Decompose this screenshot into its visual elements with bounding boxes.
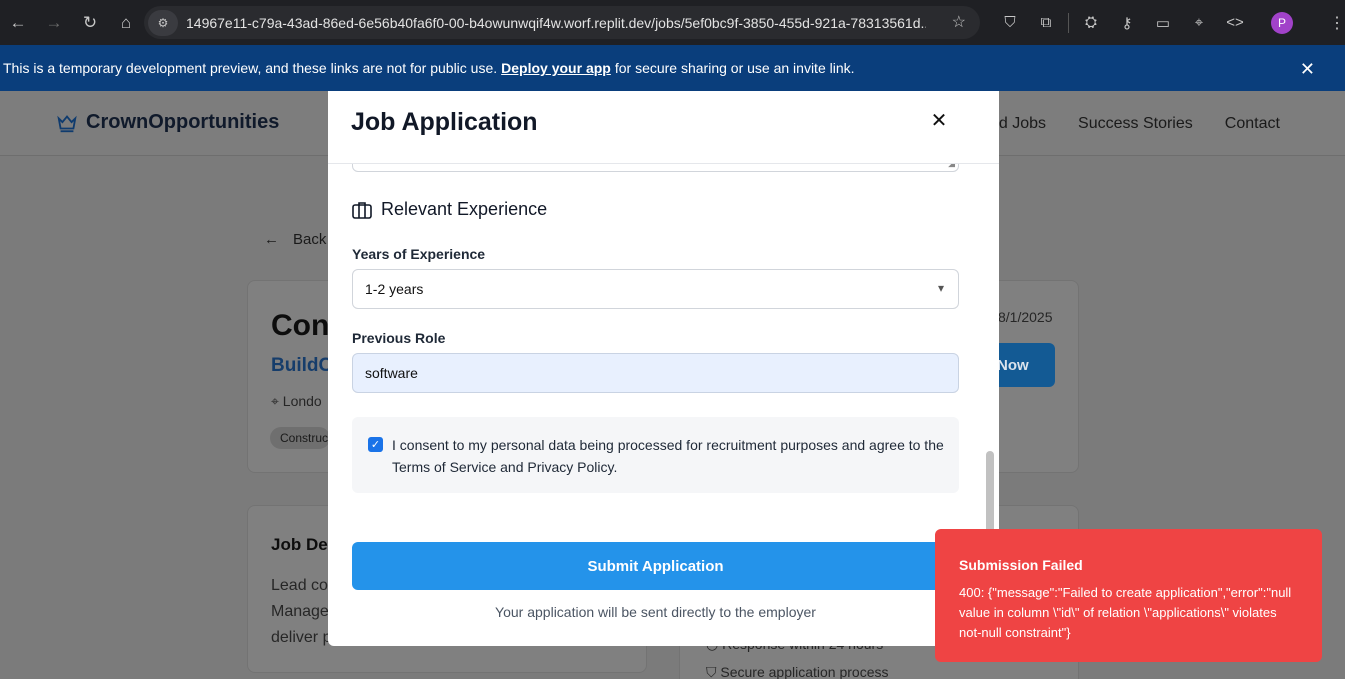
consent-checkbox[interactable]: ✓ [368, 437, 383, 452]
location-pin-icon[interactable]: ⌖ [1181, 0, 1217, 45]
job-location: ⌖ Londo [271, 393, 322, 410]
years-experience-select[interactable]: 1-2 years ▾ [352, 269, 959, 309]
modal-header: Job Application ✕ [328, 91, 999, 164]
error-toast: Submission Failed 400: {"message":"Faile… [935, 529, 1322, 662]
category-tag: Construct [270, 427, 330, 449]
years-experience-value: 1-2 years [365, 281, 424, 297]
banner-text-after: for secure sharing or use an invite link… [614, 60, 855, 76]
address-bar[interactable]: ⚙ 14967e11-c79a-43ad-86ed-6e56b40fa6f0-0… [144, 6, 980, 39]
browser-menu-icon[interactable]: ⋮ [1329, 0, 1345, 45]
job-description-text: Lead co Manage deliver p [271, 573, 331, 651]
nav-success-stories[interactable]: Success Stories [1078, 115, 1193, 133]
consent-box: ✓ I consent to my personal data being pr… [352, 417, 959, 493]
briefcase-icon [352, 201, 372, 219]
nav-contact[interactable]: Contact [1225, 115, 1280, 133]
desc-line: deliver p [271, 629, 331, 646]
incognito-icon[interactable]: ⛭ [1073, 0, 1109, 45]
desc-line: Lead co [271, 577, 328, 594]
previous-role-label: Previous Role [352, 330, 446, 346]
back-arrow-icon[interactable]: ← [0, 0, 36, 45]
payment-card-icon[interactable]: ▭ [1145, 0, 1181, 45]
banner-text: This is a temporary development preview,… [3, 60, 498, 76]
years-experience-label: Years of Experience [352, 246, 486, 262]
map-pin-icon: ⌖ [271, 393, 283, 409]
dev-preview-banner: This is a temporary development preview,… [0, 45, 1345, 91]
secure-process-item: ⛉ Secure application process [706, 664, 889, 679]
brand-logo[interactable]: CrownOpportunities [56, 111, 279, 134]
back-label: Back [293, 231, 327, 248]
banner-close-icon[interactable]: ✕ [1300, 59, 1315, 80]
back-link[interactable]: ← Back [264, 231, 326, 248]
brand-name: CrownOpportunities [86, 111, 280, 133]
previous-role-input[interactable]: software [352, 353, 959, 393]
chevron-down-icon: ▾ [937, 281, 944, 295]
desc-line: Manage [271, 603, 329, 620]
job-description-title: Job De [271, 535, 328, 554]
secure-process-text: Secure application process [720, 664, 889, 679]
shield-icon: ⛉ [706, 664, 721, 679]
url-text[interactable]: 14967e11-c79a-43ad-86ed-6e56b40fa6f0-00-… [186, 15, 926, 31]
modal-title: Job Application [351, 108, 538, 136]
job-application-modal: Job Application ✕ ◢ Relevant Experience … [328, 91, 999, 646]
code-icon[interactable]: <> [1217, 0, 1253, 45]
arrow-left-icon: ← [264, 231, 279, 248]
helper-text: Your application will be sent directly t… [495, 604, 816, 620]
submit-application-button[interactable]: Submit Application [352, 542, 959, 590]
close-icon[interactable]: ✕ [928, 109, 950, 132]
reload-icon[interactable]: ↻ [72, 0, 108, 45]
forward-arrow-icon[interactable]: → [36, 0, 72, 45]
password-key-icon[interactable]: ⚷ [1109, 0, 1145, 45]
toast-title: Submission Failed [959, 557, 1083, 573]
job-title: Con [271, 309, 330, 342]
shield-extension-icon[interactable]: ⛉ [992, 0, 1028, 45]
extensions-puzzle-icon[interactable]: ⧉ [1028, 0, 1064, 45]
consent-text: I consent to my personal data being proc… [392, 437, 944, 475]
bookmark-star-icon[interactable]: ☆ [952, 12, 966, 32]
posted-date: 8/1/2025 [998, 309, 1053, 325]
toast-message: 400: {"message":"Failed to create applic… [959, 585, 1292, 640]
section-title-text: Relevant Experience [381, 199, 548, 219]
deploy-app-link[interactable]: Deploy your app [501, 60, 611, 76]
toolbar-divider [1068, 12, 1069, 33]
browser-toolbar: ← → ↻ ⌂ ⚙ 14967e11-c79a-43ad-86ed-6e56b4… [0, 0, 1345, 45]
site-nav: ad Jobs Success Stories Contact [990, 115, 1280, 133]
site-info-icon[interactable]: ⚙ [148, 9, 178, 36]
profile-avatar[interactable]: P [1271, 11, 1293, 34]
crown-icon [57, 114, 77, 132]
relevant-experience-heading: Relevant Experience [352, 199, 547, 220]
home-icon[interactable]: ⌂ [108, 0, 144, 45]
location-text: Londo [282, 393, 322, 409]
company-name[interactable]: BuildC [271, 355, 332, 377]
